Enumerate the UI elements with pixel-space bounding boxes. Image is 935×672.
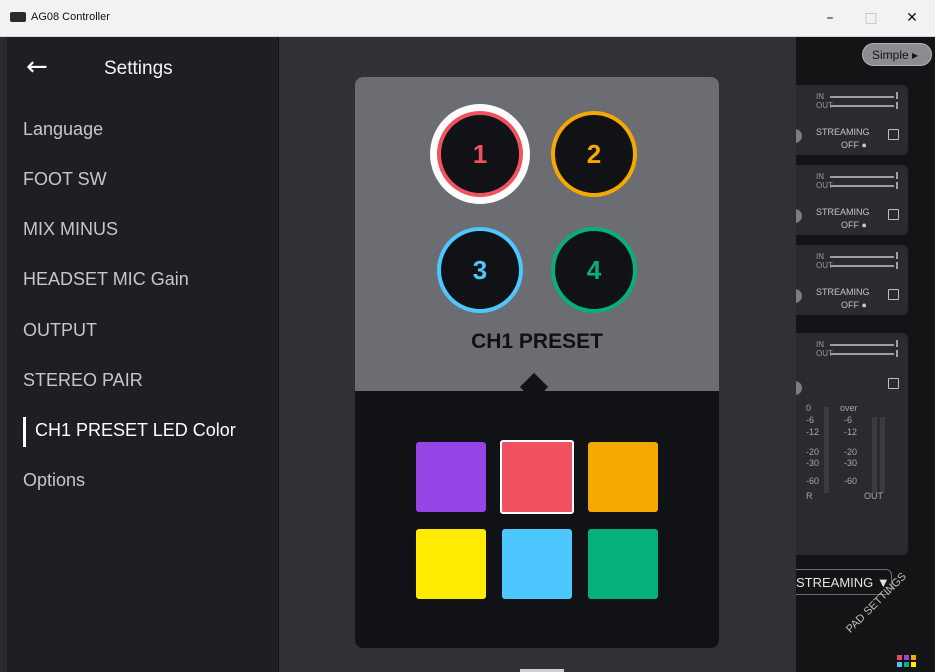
preset-label: CH1 PRESET [471,330,603,353]
minimize-button[interactable]: – [816,6,844,30]
level-meter [830,256,894,258]
pad-dot [904,655,909,660]
scale-label: -60 [844,476,858,486]
preset-color-popup: 1 2 3 4 CH1 PRESET [355,77,719,648]
sidebar-item-mix-minus[interactable]: MIX MINUS [23,219,118,240]
pad-dot [911,655,916,660]
close-button[interactable]: ✕ [898,6,926,30]
sidebar-item-language[interactable]: Language [23,119,103,140]
color-swatch-yellow[interactable] [416,529,486,599]
meter-tick [896,252,898,259]
channel-card: IN OUT STREAMING OFF ● [796,165,908,235]
streaming-status: OFF ● [841,300,867,310]
meter-in-label: IN [816,252,824,261]
settings-title: Settings [104,58,173,79]
color-swatch-light-blue[interactable] [502,529,572,599]
sidebar-item-foot-sw[interactable]: FOOT SW [23,169,107,190]
pad-dot [911,662,916,667]
scale-label: -30 [806,458,820,468]
streaming-label: STREAMING [816,287,870,297]
pad-dot [897,655,902,660]
scale-label: -20 [844,447,858,457]
sidebar-item-stereo-pair[interactable]: STEREO PAIR [23,370,143,391]
color-swatch-red[interactable] [500,440,574,514]
settings-sidebar: ← Settings Language FOOT SW MIX MINUS HE… [7,37,279,672]
streaming-dropdown[interactable]: STREAMING ▼ [796,569,892,595]
meter-in-label: IN [816,172,824,181]
scale-label: -12 [844,427,858,437]
mixer-panel: Simple ▸ IN OUT STREAMING OFF ● IN OUT S… [796,37,935,672]
meter-r-label: R [806,491,813,501]
level-meter [830,185,894,187]
preset-button-3[interactable]: 3 [437,227,523,313]
scale-label: 0 [806,403,812,413]
meter-tick [896,92,898,99]
preset-button-4[interactable]: 4 [551,227,637,313]
scale-label: over [840,403,858,413]
maximize-button[interactable]: □ [857,6,885,30]
back-arrow-icon[interactable]: ← [26,51,48,83]
scale-label: -20 [806,447,820,457]
level-bar [824,407,829,493]
meter-in-label: IN [816,340,824,349]
preset-button-1[interactable]: 1 [437,111,523,197]
scale-label: -60 [806,476,820,486]
window-title: AG08 Controller [31,11,110,23]
sidebar-item-ch1-preset-led-color[interactable]: CH1 PRESET LED Color [35,420,236,441]
meter-tick [896,182,898,189]
toggle-switch[interactable] [796,129,802,143]
title-bar: AG08 Controller – □ ✕ [0,0,935,37]
preset-selector: 1 2 3 4 CH1 PRESET [355,77,719,391]
master-channel-card: IN OUT 0 -6 -12 -20 -30 -60 over -6 -12 … [796,333,908,555]
meter-out-label: OUT [864,491,883,501]
external-link-icon[interactable] [888,129,899,140]
sidebar-item-output[interactable]: OUTPUT [23,320,97,341]
color-swatch-green[interactable] [588,529,658,599]
meter-tick [896,172,898,179]
external-link-icon[interactable] [888,378,899,389]
sidebar-item-options[interactable]: Options [23,470,85,491]
channel-card: IN OUT STREAMING OFF ● [796,245,908,315]
scale-label: -30 [844,458,858,468]
streaming-label: STREAMING [816,127,870,137]
app-icon [10,12,26,22]
level-meter [830,176,894,178]
scale-label: -6 [806,415,815,425]
level-meter [830,344,894,346]
level-meter [830,96,894,98]
meter-in-label: IN [816,92,824,101]
toggle-switch[interactable] [796,381,802,395]
streaming-status: OFF ● [841,140,867,150]
pad-dot [897,662,902,667]
meter-tick [896,350,898,357]
level-meter [830,265,894,267]
level-bar [880,417,885,493]
level-meter [830,105,894,107]
channel-card: IN OUT STREAMING OFF ● [796,85,908,155]
pad-dot [904,662,909,667]
preset-button-2[interactable]: 2 [551,111,637,197]
color-swatch-orange[interactable] [588,442,658,512]
streaming-label: STREAMING [816,207,870,217]
toggle-switch[interactable] [796,289,802,303]
scale-label: -6 [844,415,853,425]
sidebar-item-headset-mic-gain[interactable]: HEADSET MIC Gain [23,269,189,290]
simple-mode-button[interactable]: Simple ▸ [862,43,932,66]
meter-tick [896,262,898,269]
level-meter [830,353,894,355]
scale-label: -12 [806,427,820,437]
meter-tick [896,340,898,347]
level-bar [872,417,877,493]
active-indicator [23,417,26,447]
external-link-icon[interactable] [888,209,899,220]
external-link-icon[interactable] [888,289,899,300]
meter-tick [896,102,898,109]
color-swatch-purple[interactable] [416,442,486,512]
toggle-switch[interactable] [796,209,802,223]
streaming-status: OFF ● [841,220,867,230]
